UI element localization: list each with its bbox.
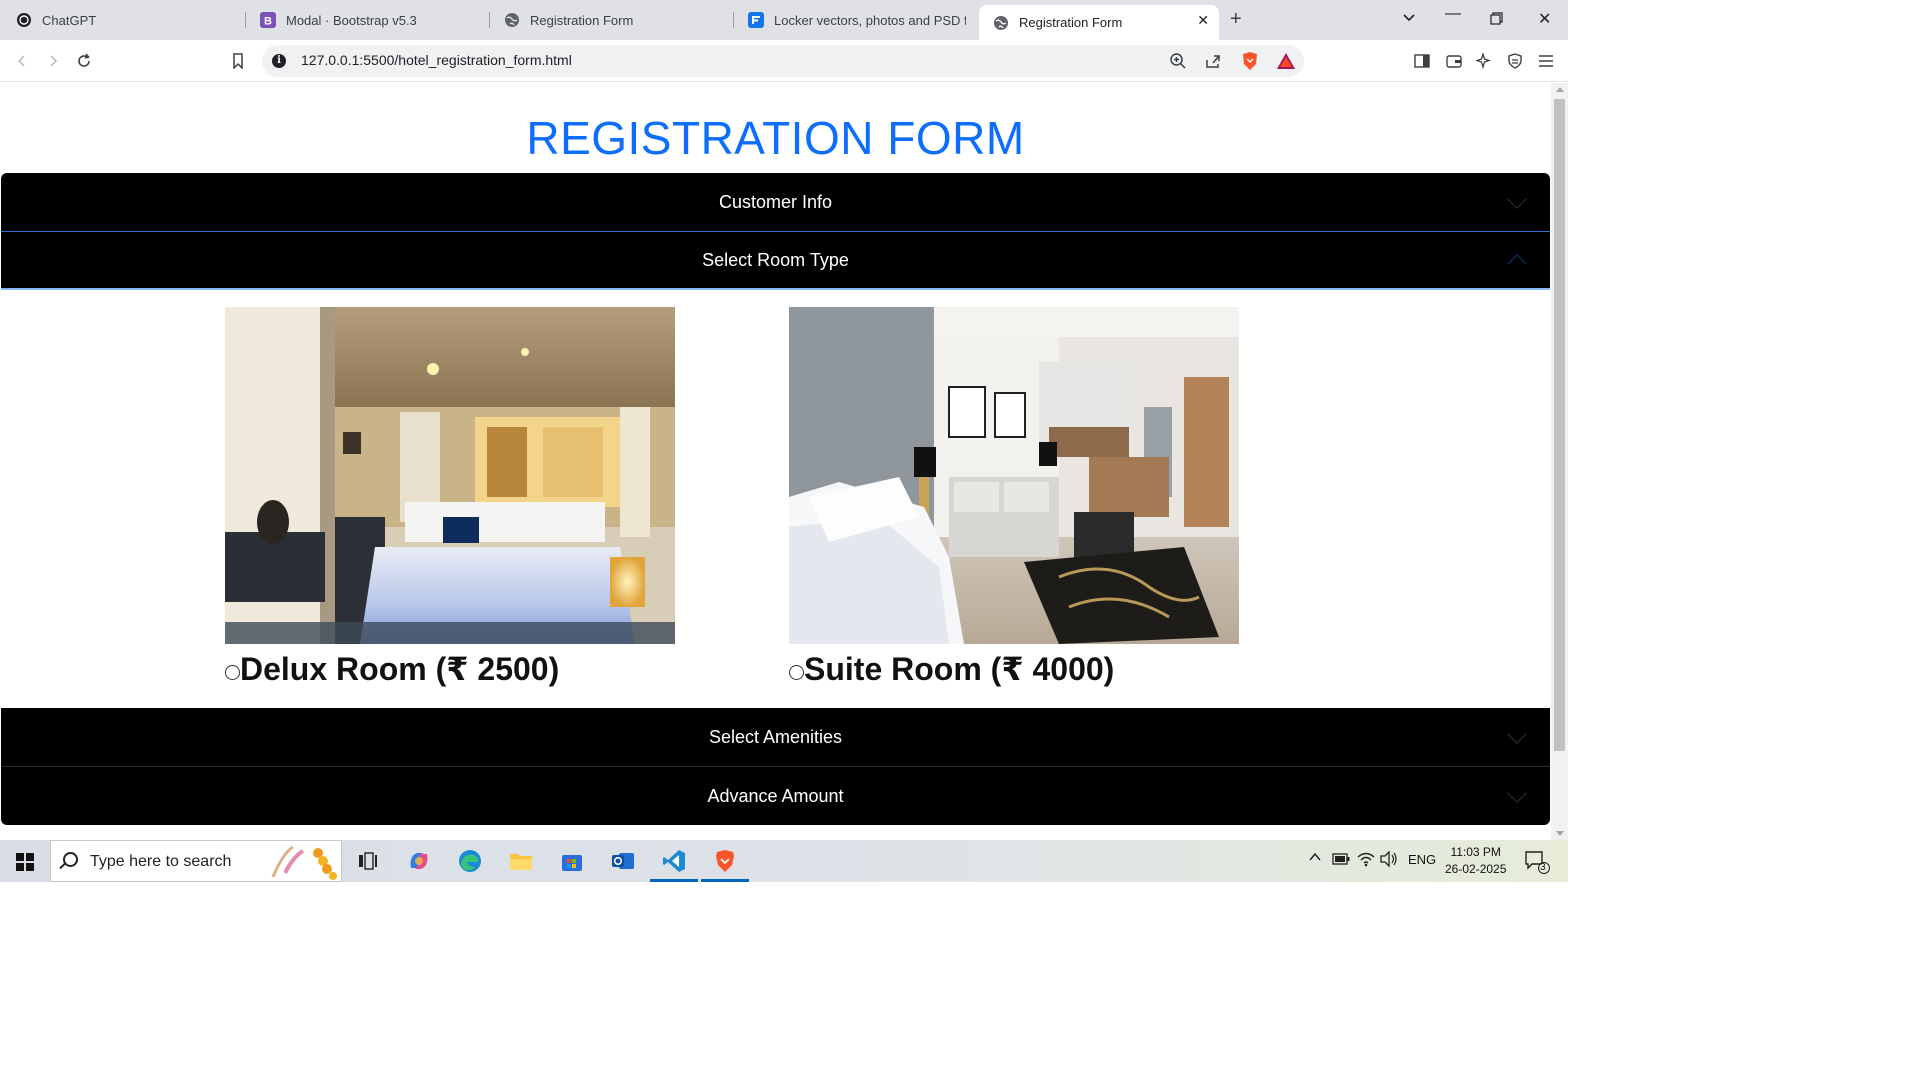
wifi-icon[interactable] (1357, 851, 1375, 870)
svg-text:B: B (264, 16, 272, 28)
wallet-icon[interactable] (1442, 49, 1466, 73)
menu-icon[interactable] (1534, 49, 1558, 73)
freepik-icon (748, 12, 764, 28)
tab-strip: ChatGPT B Modal · Bootstrap v5.3 Registr… (0, 0, 1568, 40)
page-viewport: REGISTRATION FORM Customer Info Select R… (0, 83, 1551, 840)
reload-icon[interactable] (72, 49, 96, 73)
bookmark-icon[interactable] (226, 49, 250, 73)
site-info-icon[interactable]: i (272, 54, 286, 68)
page-title: REGISTRATION FORM (526, 112, 1025, 164)
delux-room-photo (225, 307, 675, 644)
suite-room-photo (789, 307, 1239, 644)
chevron-down-icon (1507, 189, 1527, 209)
tab-title: Registration Form (1019, 15, 1123, 30)
copilot-icon[interactable] (405, 847, 433, 875)
volume-icon[interactable] (1380, 850, 1398, 870)
url-text: 127.0.0.1:5500/hotel_registration_form.h… (301, 52, 572, 68)
brave-rewards-icon[interactable] (1275, 50, 1297, 72)
vpn-shield-icon[interactable] (1503, 49, 1527, 73)
file-explorer-icon[interactable] (507, 847, 535, 875)
browser-tab-registration[interactable]: Registration Form (490, 5, 732, 35)
taskbar-search-box[interactable]: Type here to search (50, 840, 342, 882)
accordion-header-advance-amount[interactable]: Advance Amount (1, 767, 1550, 825)
room-option-delux[interactable]: Delux Room (₹ 2500) (225, 650, 675, 688)
globe-icon (993, 15, 1009, 31)
accordion-label: Customer Info (718, 191, 833, 212)
room-label: Delux Room (₹ 2500) (240, 651, 560, 687)
tab-title: ChatGPT (42, 12, 97, 28)
globe-icon (504, 12, 520, 28)
chevron-down-icon (1507, 724, 1527, 744)
room-card-delux: Delux Room (₹ 2500) (225, 307, 675, 688)
scroll-up-arrow-icon[interactable] (1556, 87, 1564, 92)
accordion-header-customer-info[interactable]: Customer Info (1, 173, 1550, 231)
accordion-label: Select Amenities (708, 726, 843, 747)
browser-tab-registration-active[interactable]: Registration Form ✕ (979, 5, 1219, 40)
bootstrap-icon: B (260, 12, 276, 28)
radio-suite-room[interactable] (789, 664, 804, 680)
sidebar-toggle-icon[interactable] (1410, 49, 1434, 73)
accordion-header-amenities[interactable]: Select Amenities (1, 708, 1550, 766)
browser-tab-freepik[interactable]: Locker vectors, photos and PSD files (734, 5, 966, 35)
share-icon[interactable] (1202, 50, 1224, 72)
accordion-label: Select Room Type (702, 249, 849, 270)
clock-time: 11:03 PM (1450, 845, 1501, 859)
show-hidden-icons-chevron-icon[interactable] (1308, 850, 1322, 867)
back-icon[interactable] (10, 49, 34, 73)
notification-center-icon[interactable]: 3 (1524, 850, 1550, 877)
accordion-item-customer-info: Customer Info (1, 173, 1550, 231)
chevron-up-icon (1507, 254, 1527, 274)
browser-toolbar: i 127.0.0.1:5500/hotel_registration_form… (0, 40, 1568, 82)
tab-title: Locker vectors, photos and PSD files (774, 12, 966, 28)
browser-tab-chatgpt[interactable]: ChatGPT (2, 5, 244, 35)
notification-count: 3 (1540, 862, 1546, 873)
minimize-button[interactable]: — (1445, 5, 1461, 23)
accordion-header-room-type[interactable]: Select Room Type (1, 231, 1550, 290)
room-card-suite: Suite Room (₹ 4000) (789, 307, 1239, 688)
tab-search-chevron-icon[interactable] (1402, 10, 1416, 29)
windows-start-icon[interactable] (16, 853, 34, 871)
page-scrollbar[interactable] (1551, 83, 1568, 840)
scrollbar-thumb[interactable] (1554, 99, 1565, 751)
brave-browser-icon[interactable] (701, 847, 749, 882)
accordion-label: Advance Amount (707, 785, 844, 806)
search-placeholder: Type here to search (90, 853, 232, 870)
browser-tab-bootstrap[interactable]: B Modal · Bootstrap v5.3 (246, 5, 488, 35)
leo-ai-icon[interactable] (1472, 49, 1496, 73)
taskbar-clock[interactable]: 11:03 PM 26-02-2025 (1445, 844, 1506, 878)
windows-taskbar: Type here to search ENG 11:03 PM 26-02-2… (0, 840, 1568, 882)
forward-icon[interactable] (41, 49, 65, 73)
restore-button[interactable] (1490, 12, 1503, 30)
microsoft-store-icon[interactable] (558, 847, 586, 875)
accordion-item-room-type: Select Room Type Delux Room (₹ 2500) Sui… (1, 231, 1550, 708)
radio-delux-room[interactable] (225, 664, 240, 680)
chatgpt-icon (16, 12, 32, 28)
battery-icon[interactable] (1332, 853, 1350, 868)
zoom-icon[interactable] (1167, 50, 1189, 72)
edge-browser-icon[interactable] (456, 847, 484, 875)
accordion-item-amenities: Select Amenities (1, 708, 1550, 766)
close-tab-icon[interactable]: ✕ (1197, 12, 1209, 29)
room-label: Suite Room (₹ 4000) (804, 651, 1115, 687)
close-window-button[interactable]: ✕ (1538, 9, 1551, 29)
room-option-suite[interactable]: Suite Room (₹ 4000) (789, 650, 1239, 688)
scroll-down-arrow-icon[interactable] (1556, 831, 1564, 836)
new-tab-button[interactable]: + (1230, 8, 1242, 31)
search-highlight-flowers-icon (263, 843, 343, 886)
tab-title: Modal · Bootstrap v5.3 (286, 12, 417, 28)
vscode-icon[interactable] (650, 847, 698, 882)
accordion-item-advance: Advance Amount (1, 767, 1550, 825)
tab-title: Registration Form (530, 12, 634, 28)
task-view-icon[interactable] (354, 847, 382, 875)
chevron-down-icon (1507, 783, 1527, 803)
brave-shields-icon[interactable] (1239, 50, 1261, 72)
room-type-panel: Delux Room (₹ 2500) Suite Room (₹ 4000) (1, 290, 1550, 708)
address-bar[interactable]: i 127.0.0.1:5500/hotel_registration_form… (262, 45, 1304, 77)
language-indicator[interactable]: ENG (1408, 852, 1436, 867)
outlook-icon[interactable] (609, 847, 637, 875)
registration-accordion: Customer Info Select Room Type Delux Roo… (1, 173, 1550, 825)
clock-date: 26-02-2025 (1445, 862, 1507, 876)
search-icon (63, 852, 78, 867)
